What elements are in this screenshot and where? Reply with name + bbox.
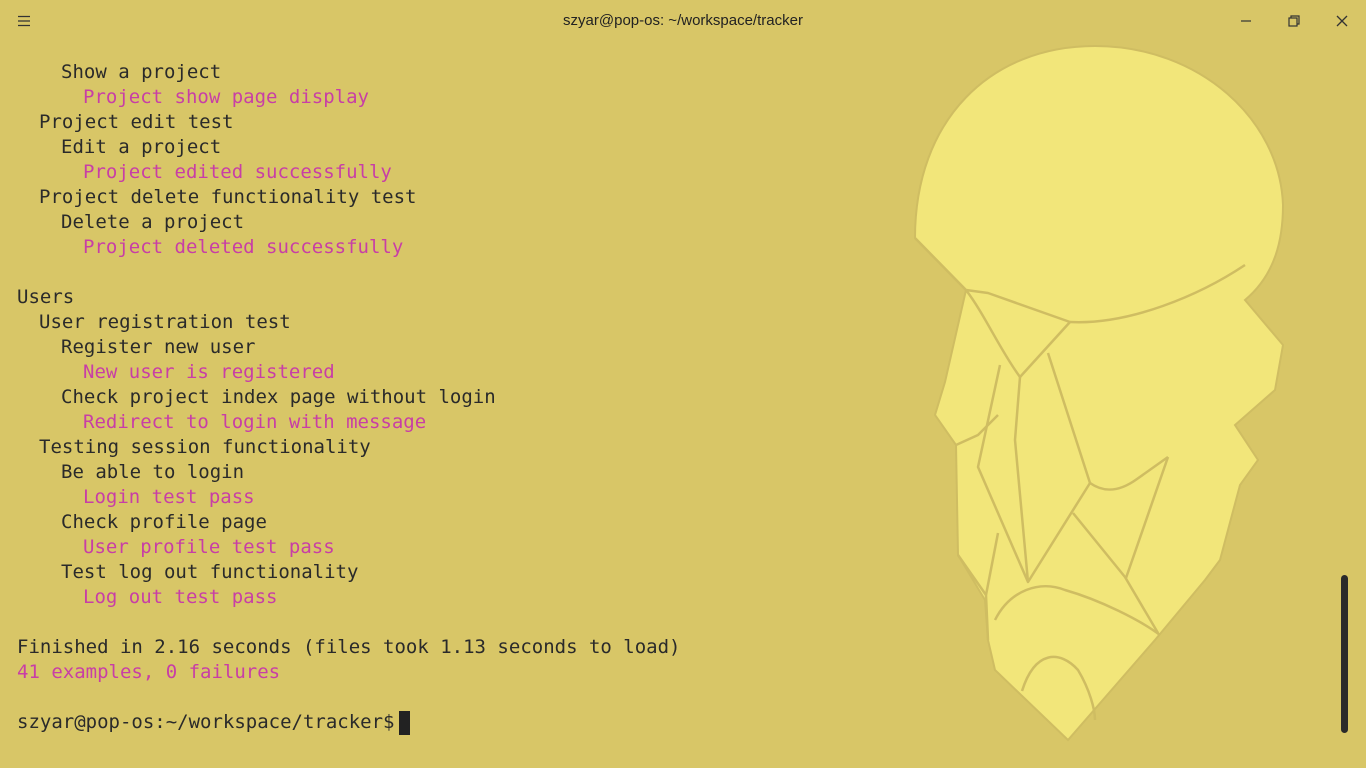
test-pass-line: New user is registered (83, 361, 335, 383)
output-line: Check project index page without login (61, 386, 496, 408)
output-line: Test log out functionality (61, 561, 359, 583)
output-line: User registration test (39, 311, 291, 333)
window-title: szyar@pop-os: ~/workspace/tracker (563, 12, 803, 29)
output-line: Finished in 2.16 seconds (files took 1.1… (17, 636, 681, 658)
test-pass-line: Project edited successfully (83, 161, 392, 183)
scrollbar-thumb[interactable] (1341, 575, 1348, 733)
title-bar: szyar@pop-os: ~/workspace/tracker (0, 0, 1366, 42)
test-pass-line: Project show page display (83, 86, 369, 108)
output-line: Project delete functionality test (39, 186, 417, 208)
restore-icon[interactable] (1283, 10, 1305, 32)
test-pass-line: Login test pass (83, 486, 255, 508)
test-pass-line: Project deleted successfully (83, 236, 404, 258)
terminal-output[interactable]: Show a project Project show page display P… (17, 60, 1327, 735)
output-line: Delete a project (61, 211, 245, 233)
test-pass-line: Redirect to login with message (83, 411, 427, 433)
shell-prompt: szyar@pop-os:~/workspace/tracker$ (17, 711, 395, 733)
output-line: Edit a project (61, 136, 222, 158)
output-line: Show a project (61, 61, 222, 83)
output-line: Testing session functionality (39, 436, 371, 458)
minimize-icon[interactable] (1235, 10, 1257, 32)
output-line: Check profile page (61, 511, 267, 533)
output-line: Users (17, 286, 75, 308)
close-icon[interactable] (1331, 10, 1353, 32)
test-pass-line: Log out test pass (83, 586, 278, 608)
test-pass-line: User profile test pass (83, 536, 335, 558)
test-pass-line: 41 examples, 0 failures (17, 661, 281, 683)
output-line: Register new user (61, 336, 256, 358)
output-line: Be able to login (61, 461, 245, 483)
text-cursor (398, 710, 410, 735)
output-line: Project edit test (39, 111, 234, 133)
shell-prompt-line[interactable]: szyar@pop-os:~/workspace/tracker$ (17, 710, 1327, 735)
